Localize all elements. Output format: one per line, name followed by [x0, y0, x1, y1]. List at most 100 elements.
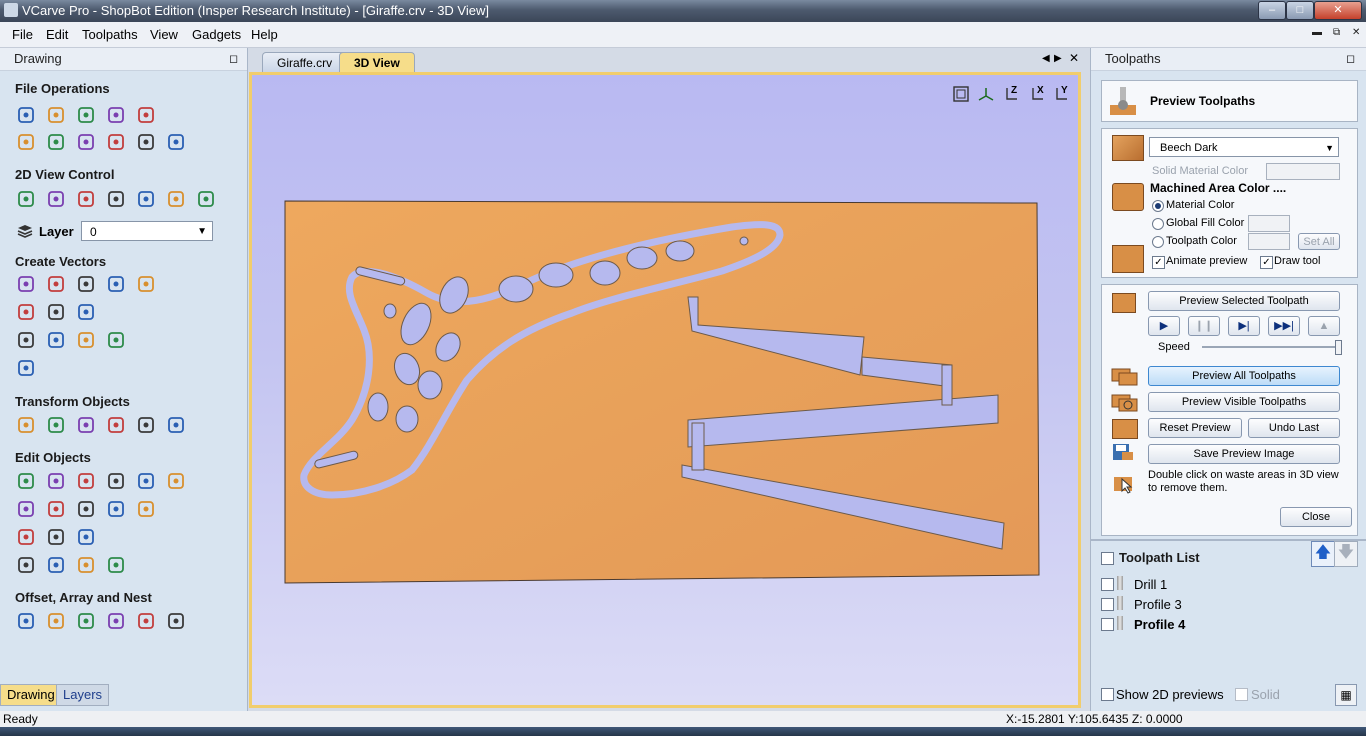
set-all-button[interactable]: Set All	[1298, 233, 1340, 250]
layer-select[interactable]: 0 ▼	[81, 221, 213, 241]
polyline-icon[interactable]	[15, 301, 37, 323]
fillet-icon[interactable]	[15, 526, 37, 548]
join-arc-icon[interactable]	[75, 554, 97, 576]
select-icon[interactable]	[15, 470, 37, 492]
tab-scroll-left-icon[interactable]: ◀	[1042, 53, 1050, 64]
close-tab-icon[interactable]: ✕	[1069, 51, 1079, 65]
pin-icon[interactable]: ◻	[229, 52, 238, 65]
menu-edit[interactable]: Edit	[46, 27, 68, 42]
pause-icon[interactable]: ❙❙	[1188, 316, 1220, 336]
zoom-in-icon[interactable]	[45, 188, 67, 210]
animate-preview-checkbox[interactable]: ✓	[1152, 256, 1165, 269]
undo-icon[interactable]	[135, 131, 157, 153]
speed-slider[interactable]	[1202, 340, 1342, 355]
join-open-icon[interactable]	[45, 554, 67, 576]
rectangle-icon[interactable]	[75, 273, 97, 295]
curve-fit-icon[interactable]	[75, 526, 97, 548]
polygon-icon[interactable]	[105, 273, 127, 295]
move-up-icon[interactable]: 🡅	[1311, 541, 1335, 567]
tab-scroll-right-icon[interactable]: ▶	[1054, 53, 1062, 64]
toolpath-profile-4[interactable]: Profile 4	[1134, 617, 1185, 632]
close-button[interactable]: Close	[1280, 507, 1352, 527]
solid-material-color-dropdown[interactable]	[1266, 163, 1340, 180]
mdi-restore-button[interactable]: ⧉	[1333, 27, 1340, 38]
toolpath-profile-3-checkbox[interactable]	[1101, 598, 1114, 611]
tab-drawing[interactable]: Drawing	[0, 684, 62, 706]
copy-along-icon[interactable]	[105, 610, 127, 632]
nest-icon[interactable]	[135, 610, 157, 632]
toolpath-drill-1-checkbox[interactable]	[1101, 578, 1114, 591]
3d-view[interactable]: Z X Y	[249, 72, 1081, 708]
undo-last-button[interactable]: Undo Last	[1248, 418, 1340, 438]
pin-icon[interactable]: ◻	[1346, 52, 1355, 65]
cut-join-icon[interactable]	[135, 498, 157, 520]
ellipse-icon[interactable]	[45, 273, 67, 295]
preview-all-toolpaths-button[interactable]: Preview All Toolpaths	[1148, 366, 1340, 386]
import-vectors-icon[interactable]	[105, 104, 127, 126]
menu-view[interactable]: View	[150, 27, 178, 42]
spell-check-icon[interactable]	[105, 329, 127, 351]
mirror-icon[interactable]	[105, 414, 127, 436]
minimize-button[interactable]: –	[1258, 1, 1286, 20]
weld-icon[interactable]	[15, 498, 37, 520]
offset-icon[interactable]	[15, 610, 37, 632]
save-preview-image-button[interactable]: Save Preview Image	[1148, 444, 1340, 464]
align-icon[interactable]	[75, 414, 97, 436]
solid-checkbox[interactable]	[1235, 688, 1248, 701]
menu-toolpaths[interactable]: Toolpaths	[82, 27, 138, 42]
close-vectors-icon[interactable]	[45, 526, 67, 548]
join-curve-icon[interactable]	[105, 554, 127, 576]
tab-3d-view[interactable]: 3D View	[339, 52, 415, 73]
zoom-extents-icon[interactable]	[75, 188, 97, 210]
draw-tool-checkbox[interactable]: ✓	[1260, 256, 1273, 269]
move-down-icon[interactable]: 🡇	[1334, 541, 1358, 567]
intersect-icon[interactable]	[75, 498, 97, 520]
global-fill-color-radio[interactable]	[1152, 218, 1164, 230]
toolpath-drill-1[interactable]: Drill 1	[1134, 577, 1167, 592]
toolpath-list-checkbox[interactable]	[1101, 552, 1114, 565]
rewind-top-icon[interactable]: ▲	[1308, 316, 1340, 336]
subtract-icon[interactable]	[45, 498, 67, 520]
toolpath-color-radio[interactable]	[1152, 236, 1164, 248]
menu-gadgets[interactable]: Gadgets	[192, 27, 241, 42]
import-image-icon[interactable]	[135, 104, 157, 126]
text-on-curve-icon[interactable]	[45, 329, 67, 351]
ungroup-icon[interactable]	[135, 470, 157, 492]
circular-array-icon[interactable]	[75, 610, 97, 632]
interactive-select-icon[interactable]	[75, 470, 97, 492]
menu-file[interactable]: File	[12, 27, 33, 42]
group-icon[interactable]	[105, 470, 127, 492]
pan-icon[interactable]	[15, 188, 37, 210]
set-origin-icon[interactable]	[165, 414, 187, 436]
preview-selected-toolpath-button[interactable]: Preview Selected Toolpath	[1148, 291, 1340, 311]
new-file-icon[interactable]	[15, 104, 37, 126]
optimize-icon[interactable]	[165, 610, 187, 632]
move-icon[interactable]	[15, 414, 37, 436]
toolpath-profile-3[interactable]: Profile 3	[1134, 597, 1182, 612]
cut-icon[interactable]	[45, 131, 67, 153]
open-file-icon[interactable]	[45, 104, 67, 126]
zoom-material-icon[interactable]	[135, 188, 157, 210]
scale-icon[interactable]	[45, 414, 67, 436]
trim-icon[interactable]	[165, 470, 187, 492]
toolpath-color-dropdown[interactable]	[1248, 233, 1290, 250]
copy-icon[interactable]	[75, 131, 97, 153]
tab-giraffe-crv[interactable]: Giraffe.crv	[262, 52, 348, 73]
star-icon[interactable]	[135, 273, 157, 295]
distort-icon[interactable]	[135, 414, 157, 436]
join-vectors-icon[interactable]	[15, 554, 37, 576]
save-file-icon[interactable]	[75, 104, 97, 126]
play-icon[interactable]: ▶	[1148, 316, 1180, 336]
speed-slider-thumb[interactable]	[1335, 340, 1342, 355]
close-window-button[interactable]: ✕	[1314, 1, 1362, 20]
node-edit-icon[interactable]	[45, 470, 67, 492]
paste-icon[interactable]	[105, 131, 127, 153]
circle-icon[interactable]	[15, 273, 37, 295]
mdi-close-button[interactable]: ✕	[1352, 27, 1360, 38]
maximize-button[interactable]: □	[1286, 1, 1314, 20]
calculator-icon[interactable]: ▦	[1335, 684, 1357, 706]
show-2d-previews-checkbox[interactable]	[1101, 688, 1114, 701]
preview-visible-toolpaths-button[interactable]: Preview Visible Toolpaths	[1148, 392, 1340, 412]
curve-icon[interactable]	[75, 301, 97, 323]
menu-help[interactable]: Help	[251, 27, 278, 42]
